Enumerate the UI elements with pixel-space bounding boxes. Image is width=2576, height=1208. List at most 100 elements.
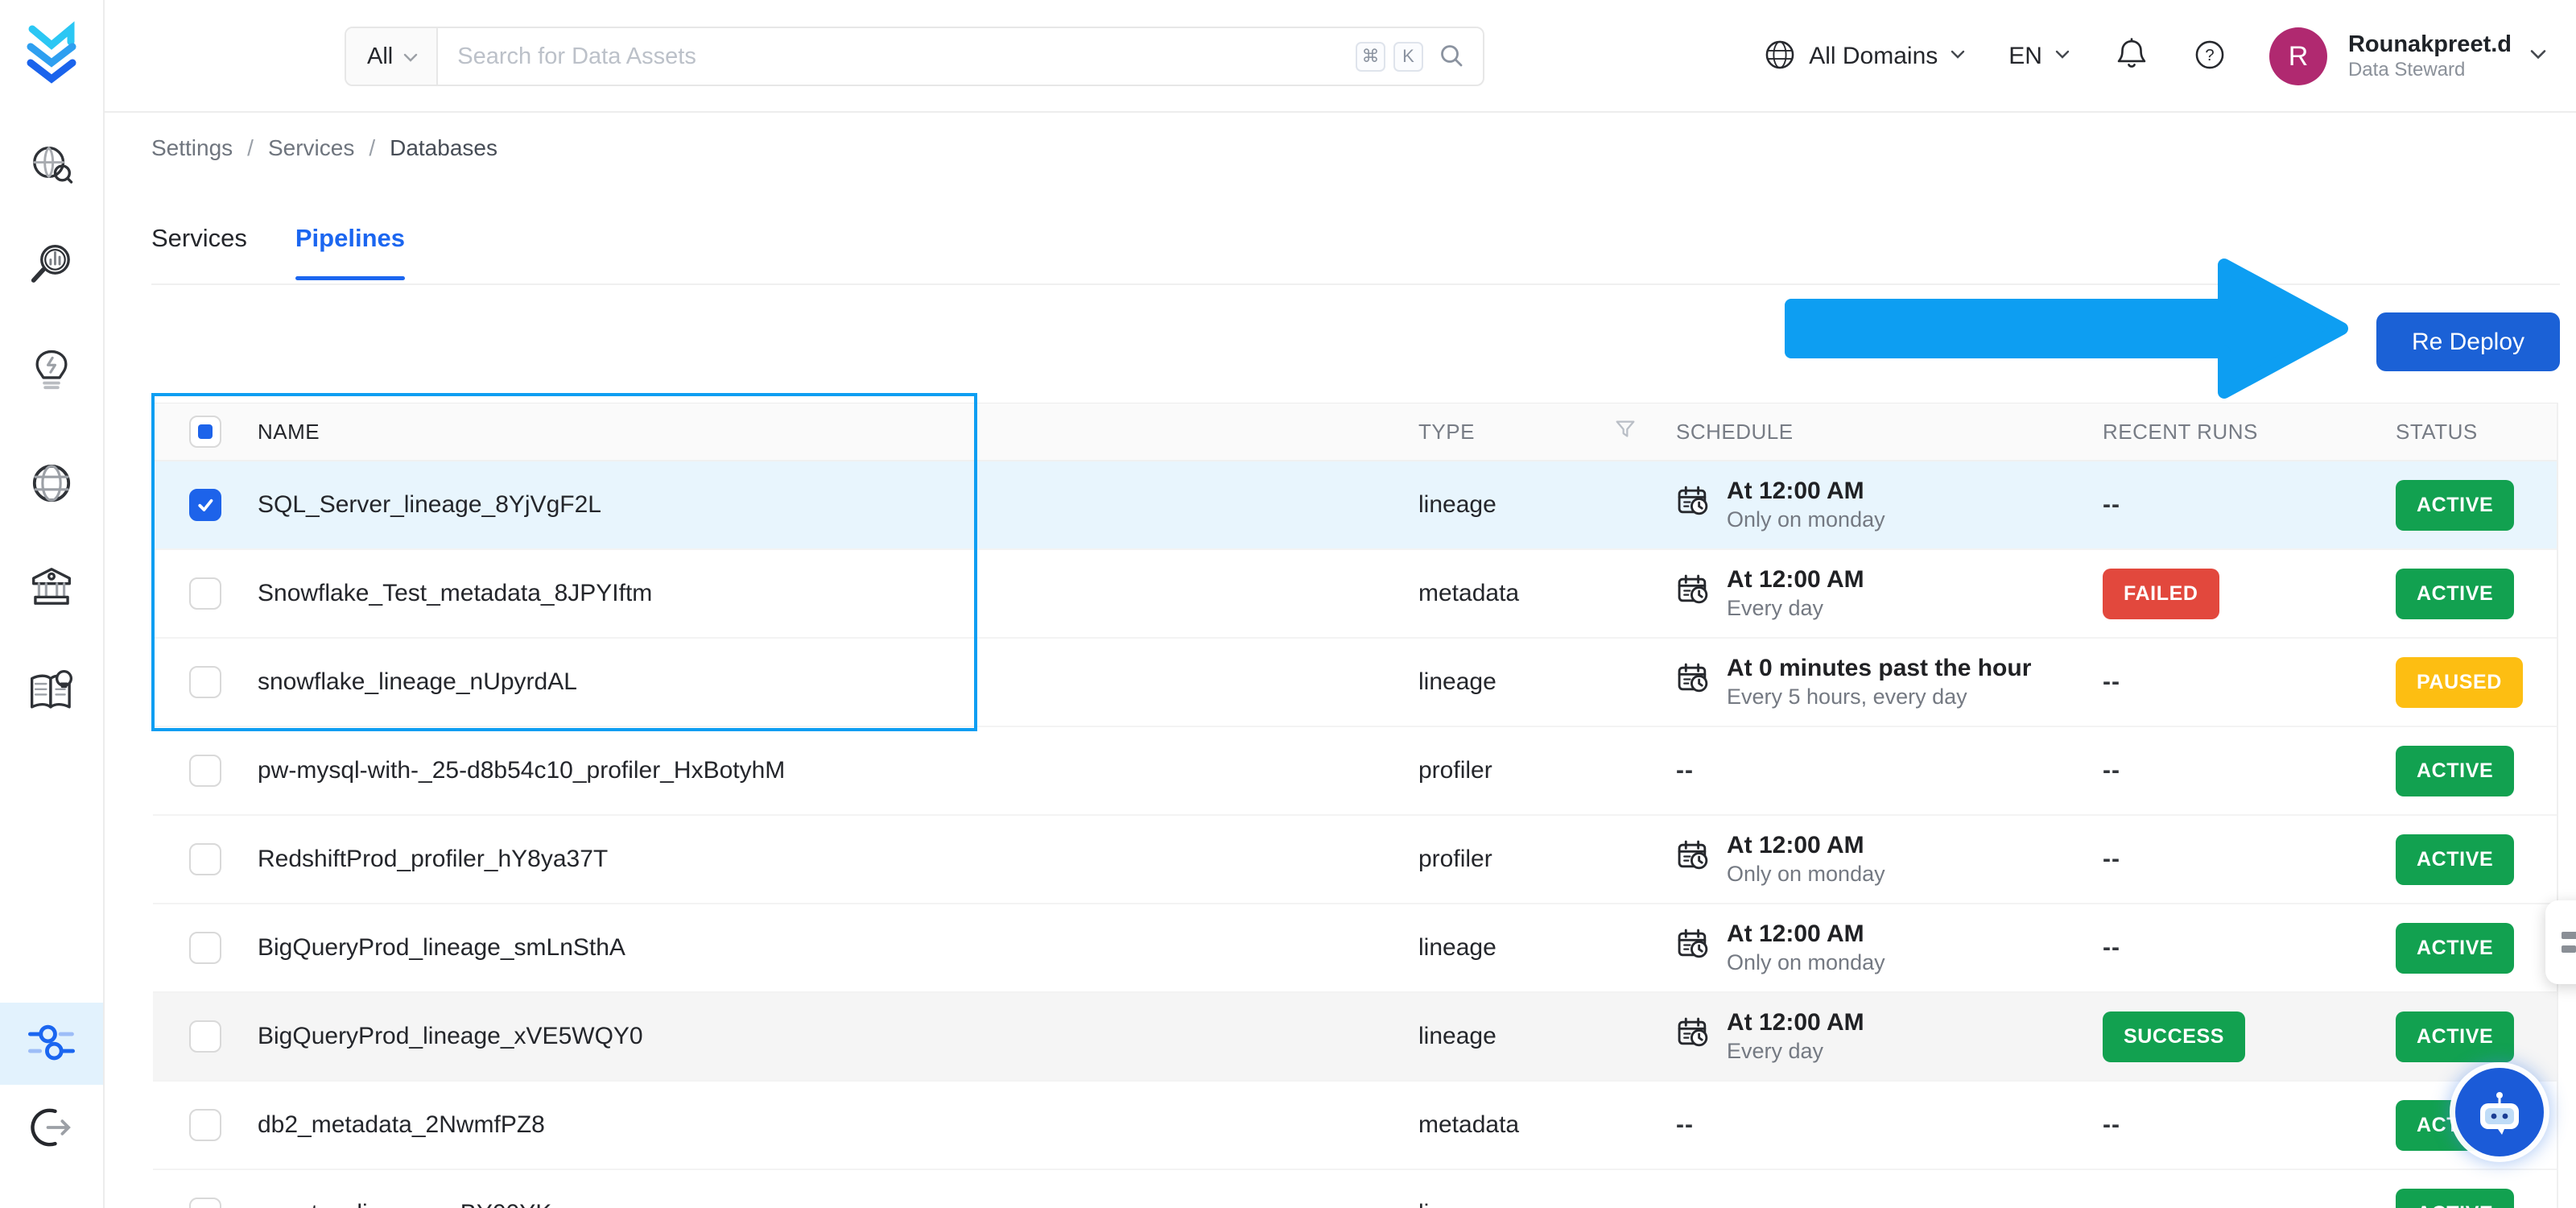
recent-runs-cell: -- xyxy=(2103,846,2396,873)
topbar-right-cluster: All Domains EN ? R Rounakpreet.d Data St… xyxy=(1762,0,2549,113)
main-area: All ⌘ K xyxy=(105,0,2576,1208)
row-checkbox[interactable] xyxy=(189,932,221,964)
sidebar-item-govern[interactable] xyxy=(0,559,103,617)
calendar-clock-icon xyxy=(1676,484,1712,527)
sidebar-item-logout[interactable] xyxy=(0,1100,103,1158)
row-checkbox-cell xyxy=(153,1198,243,1208)
row-checkbox[interactable] xyxy=(189,843,221,875)
domains-globe-icon xyxy=(27,460,76,511)
header-type: TYPE xyxy=(1418,419,1475,444)
calendar-clock-icon xyxy=(1676,1016,1712,1058)
search-input[interactable] xyxy=(438,43,1356,70)
recent-runs-empty: -- xyxy=(2103,846,2120,872)
row-checkbox-cell xyxy=(153,666,243,698)
row-checkbox-cell xyxy=(153,1020,243,1053)
table-row[interactable]: snowflake_lineage_nUpyrdAL lineage At 0 m… xyxy=(153,639,2557,727)
sidebar-item-domains[interactable] xyxy=(0,456,103,514)
table-row[interactable]: SQL_Server_lineage_8YjVgF2L lineage At 12… xyxy=(153,461,2557,550)
recent-runs-cell: SUCCESS xyxy=(2103,1011,2396,1062)
sidebar-item-observability[interactable] xyxy=(0,237,103,295)
recent-run-badge[interactable]: FAILED xyxy=(2103,568,2219,619)
search-icon[interactable] xyxy=(1438,43,1465,70)
filter-icon[interactable] xyxy=(1613,417,1637,447)
header-schedule: SCHEDULE xyxy=(1676,419,1794,444)
notifications-bell-icon[interactable] xyxy=(2113,36,2150,77)
pipeline-name[interactable]: BigQueryProd_lineage_xVE5WQY0 xyxy=(243,1023,1418,1050)
sidebar-item-insights[interactable] xyxy=(0,343,103,401)
schedule-frequency: Only on monday xyxy=(1727,507,1885,532)
language-label: EN xyxy=(2008,43,2042,69)
table-row[interactable]: pw-mysql-with-_25-d8b54c10_profiler_HxBo… xyxy=(153,727,2557,816)
schedule-time: At 12:00 AM xyxy=(1727,832,1864,859)
pipeline-schedule: At 12:00 AM Every day xyxy=(1676,1007,2103,1065)
language-dropdown[interactable]: EN xyxy=(2008,43,2071,70)
recent-run-badge[interactable]: SUCCESS xyxy=(2103,1011,2246,1062)
row-checkbox[interactable] xyxy=(189,577,221,610)
schedule-detail: At 12:00 AM Only on monday xyxy=(1676,919,1885,976)
edge-floating-widget[interactable] xyxy=(2545,900,2576,984)
status-cell: ACTIVE xyxy=(2396,922,2558,974)
pipeline-type: metadata xyxy=(1418,580,1520,606)
domains-dropdown[interactable]: All Domains xyxy=(1762,37,1967,77)
breadcrumb: Settings / Services / Databases xyxy=(151,135,497,161)
search-scope-select[interactable]: All xyxy=(346,28,439,85)
help-icon[interactable]: ? xyxy=(2192,37,2227,77)
pipeline-schedule: At 12:00 AM Only on monday xyxy=(1676,919,2103,976)
row-checkbox-cell xyxy=(153,843,243,875)
breadcrumb-services[interactable]: Services xyxy=(268,135,354,161)
pipeline-type: lineage xyxy=(1418,1200,1676,1208)
chat-assistant-button[interactable] xyxy=(2455,1068,2544,1156)
table-row[interactable]: BigQueryProd_lineage_xVE5WQY0 lineage At … xyxy=(153,993,2557,1082)
pipeline-type: lineage xyxy=(1418,491,1496,518)
recent-runs-cell: -- xyxy=(2103,668,2396,696)
status-badge: ACTIVE xyxy=(2396,479,2515,531)
row-checkbox[interactable] xyxy=(189,1198,221,1208)
table-row[interactable]: BigQueryProd_lineage_smLnSthA lineage At … xyxy=(153,904,2557,993)
table-row[interactable]: mmotvn_lineage_xBY00YKvlineage----ACTIVE xyxy=(153,1170,2557,1208)
breadcrumb-settings[interactable]: Settings xyxy=(151,135,233,161)
select-all-checkbox[interactable] xyxy=(189,416,221,448)
row-checkbox[interactable] xyxy=(189,1109,221,1141)
pipeline-name[interactable]: BigQueryProd_lineage_smLnSthA xyxy=(243,934,1418,962)
table-row[interactable]: Snowflake_Test_metadata_8JPYIftm metadata… xyxy=(153,550,2557,639)
table-row[interactable]: db2_metadata_2NwmfPZ8 metadata -- -- ACTIVE xyxy=(153,1082,2557,1170)
pipeline-name[interactable]: db2_metadata_2NwmfPZ8 xyxy=(243,1111,1418,1139)
sidebar-item-knowledge-center[interactable] xyxy=(0,664,103,722)
pipeline-name[interactable]: RedshiftProd_profiler_hY8ya37T xyxy=(243,846,1418,873)
schedule-detail: At 0 minutes past the hour Every 5 hours,… xyxy=(1676,653,2031,710)
pipeline-name[interactable]: SQL_Server_lineage_8YjVgF2L xyxy=(243,491,1418,519)
sidebar-item-explore[interactable] xyxy=(0,139,103,197)
table-row[interactable]: RedshiftProd_profiler_hY8ya37T profiler A… xyxy=(153,816,2557,904)
schedule-frequency: Every 5 hours, every day xyxy=(1727,684,1967,709)
recent-runs-cell: FAILED xyxy=(2103,568,2396,619)
pipeline-name[interactable]: mmotvn_lineage_xBY00YKv xyxy=(243,1200,1418,1208)
pipeline-type: lineage xyxy=(1418,1023,1496,1049)
row-checkbox[interactable] xyxy=(189,489,221,521)
sidebar-item-settings[interactable] xyxy=(0,1003,103,1085)
schedule-time: At 12:00 AM xyxy=(1727,566,1864,594)
row-checkbox[interactable] xyxy=(189,1020,221,1053)
tab-services[interactable]: Services xyxy=(151,224,247,280)
row-checkbox[interactable] xyxy=(189,666,221,698)
status-badge: ACTIVE xyxy=(2396,834,2515,885)
govern-bank-icon xyxy=(27,563,76,614)
redeploy-button[interactable]: Re Deploy xyxy=(2376,312,2560,371)
app-logo[interactable] xyxy=(0,18,103,89)
row-checkbox[interactable] xyxy=(189,755,221,787)
user-info: Rounakpreet.d Data Steward xyxy=(2348,31,2512,82)
status-cell: ACTIVE xyxy=(2396,834,2558,885)
tab-bar: Services Pipelines xyxy=(151,224,406,280)
breadcrumb-databases[interactable]: Databases xyxy=(390,135,497,161)
schedule-text: At 12:00 AM Only on monday xyxy=(1727,919,1885,976)
pipeline-name[interactable]: pw-mysql-with-_25-d8b54c10_profiler_HxBo… xyxy=(243,757,1418,784)
pipeline-name[interactable]: snowflake_lineage_nUpyrdAL xyxy=(243,668,1418,696)
pipeline-schedule: -- xyxy=(1676,1200,2103,1208)
pipeline-name[interactable]: Snowflake_Test_metadata_8JPYIftm xyxy=(243,580,1418,607)
user-menu[interactable]: R Rounakpreet.d Data Steward xyxy=(2268,27,2549,85)
pipeline-type: lineage xyxy=(1418,934,1496,961)
pipeline-type: lineage xyxy=(1418,668,1496,695)
schedule-detail: At 12:00 AM Every day xyxy=(1676,1007,1864,1065)
schedule-empty: -- xyxy=(1676,1200,1694,1208)
status-badge: PAUSED xyxy=(2396,656,2523,708)
tab-pipelines[interactable]: Pipelines xyxy=(295,224,406,280)
